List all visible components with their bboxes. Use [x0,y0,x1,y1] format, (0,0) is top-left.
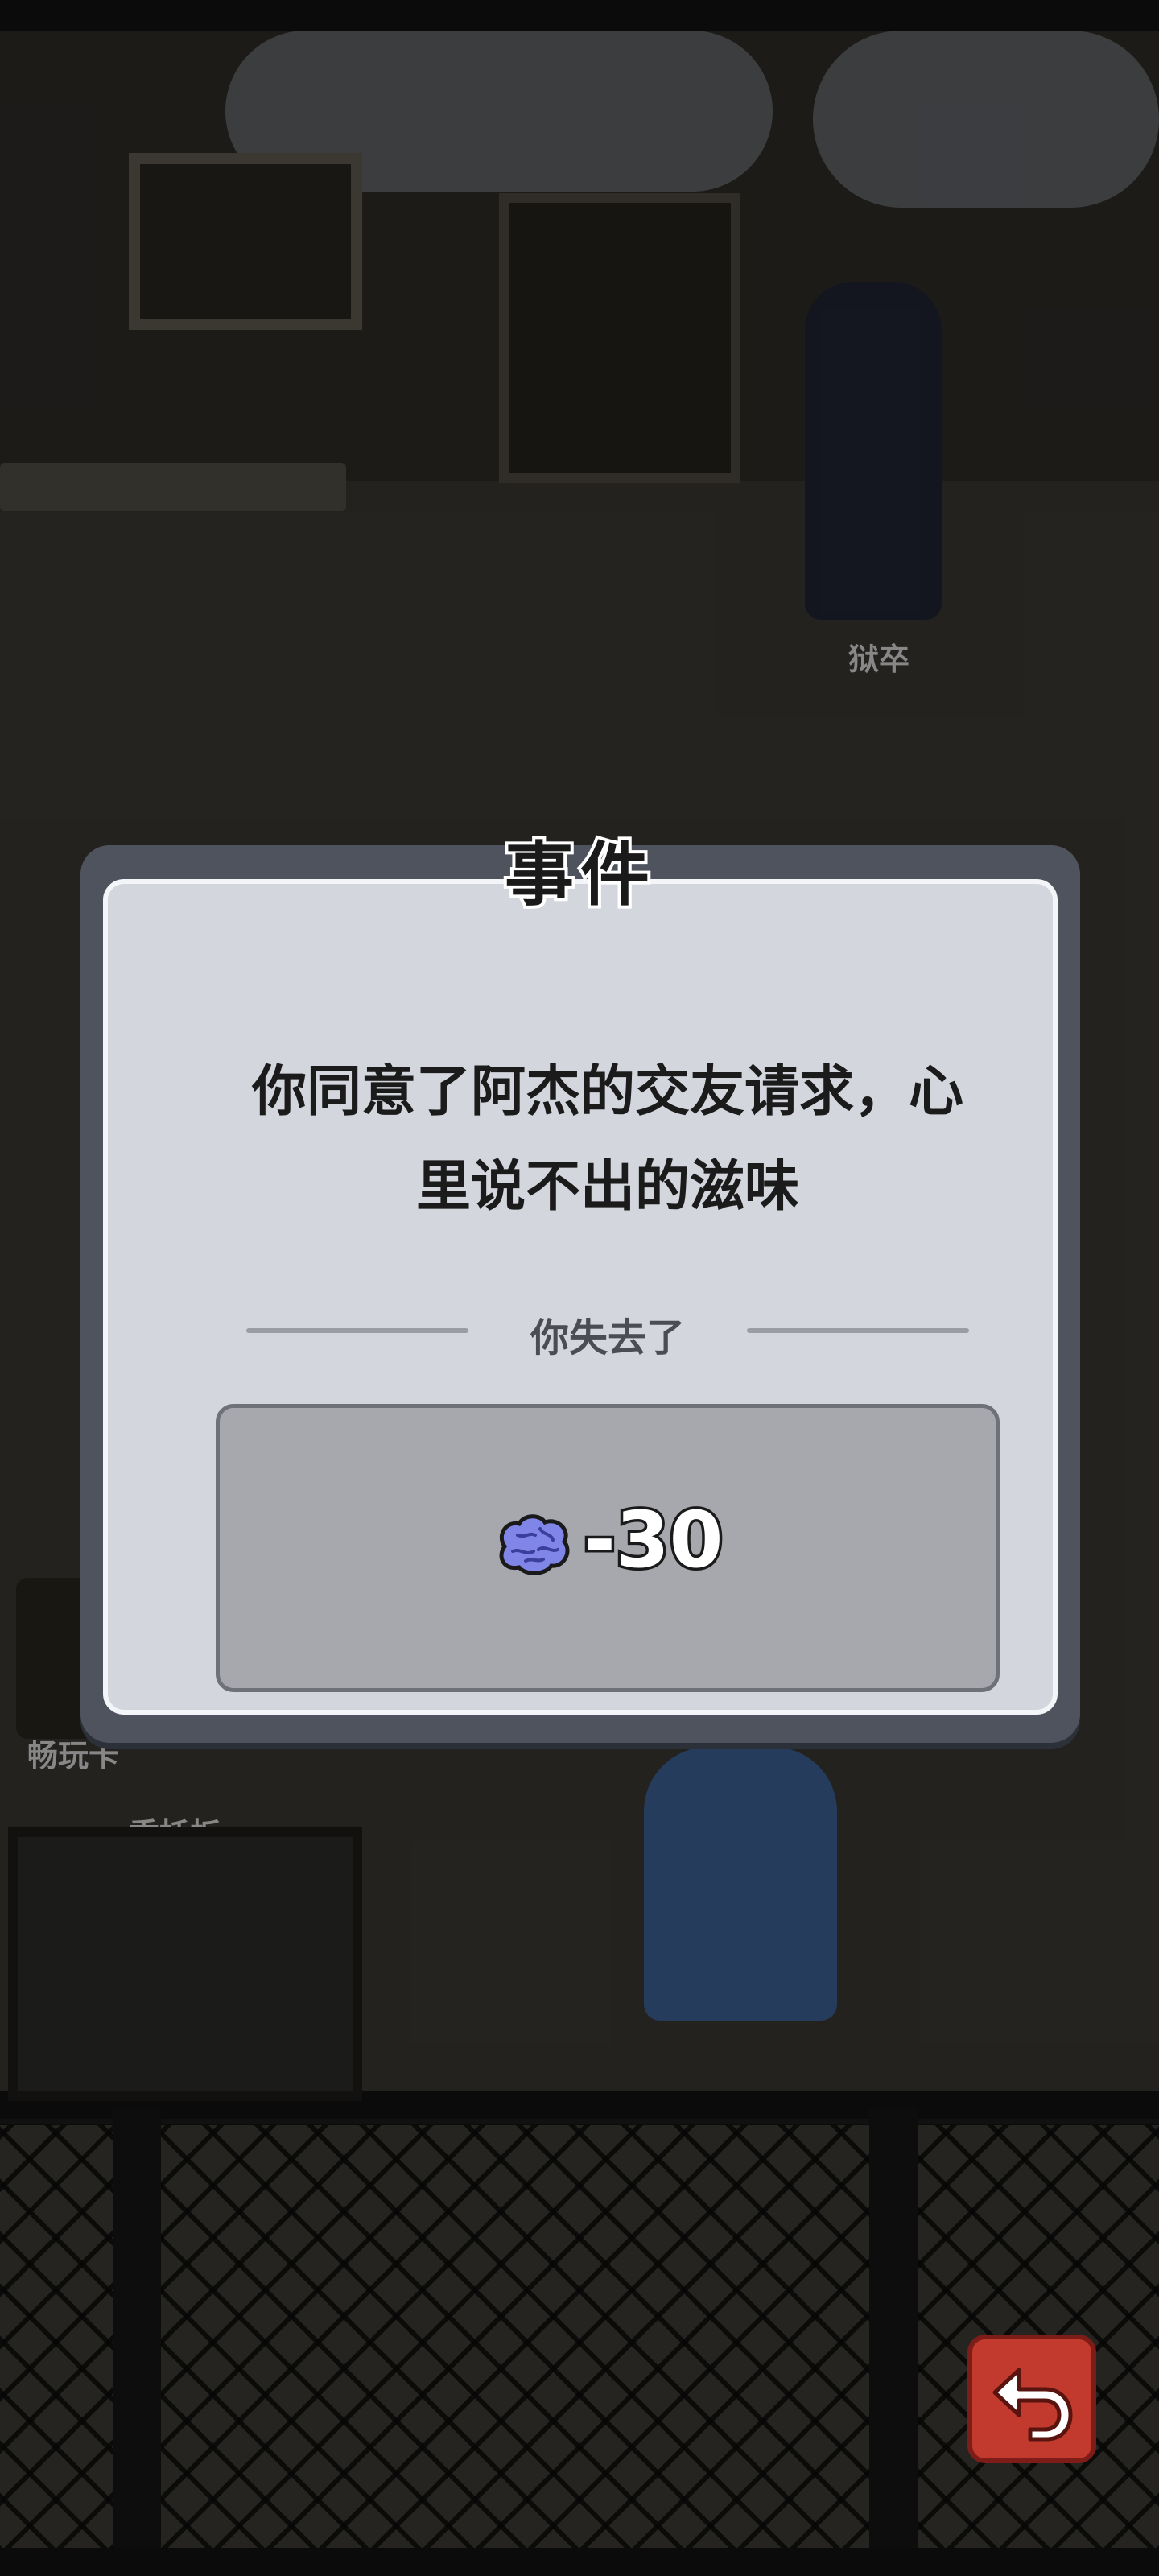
return-arrow-icon [992,2368,1073,2442]
brain-icon [499,1514,570,1575]
status-bar [0,0,1159,31]
event-message-line1: 你同意了阿杰的交友请求，心 [251,1060,963,1124]
divider-right [747,1328,969,1333]
divider-left [246,1328,468,1333]
lose-label: 你失去了 [530,1315,685,1360]
event-dialog[interactable]: 你同意了阿杰的交友请求，心 里说不出的滋味 你失去了 -30 事件 [80,832,1080,1743]
nav-bar [0,2548,1159,2576]
loss-value: -30 [580,1492,725,1588]
dialog-panel: 你同意了阿杰的交友请求，心 里说不出的滋味 你失去了 -30 [103,879,1058,1715]
back-button[interactable] [967,2334,1096,2463]
event-message-line2: 里说不出的滋味 [415,1155,799,1219]
dialog-title: 事件 [501,832,656,919]
event-message: 你同意了阿杰的交友请求，心 里说不出的滋味 [156,1045,1059,1235]
loss-box: -30 [216,1404,1000,1692]
